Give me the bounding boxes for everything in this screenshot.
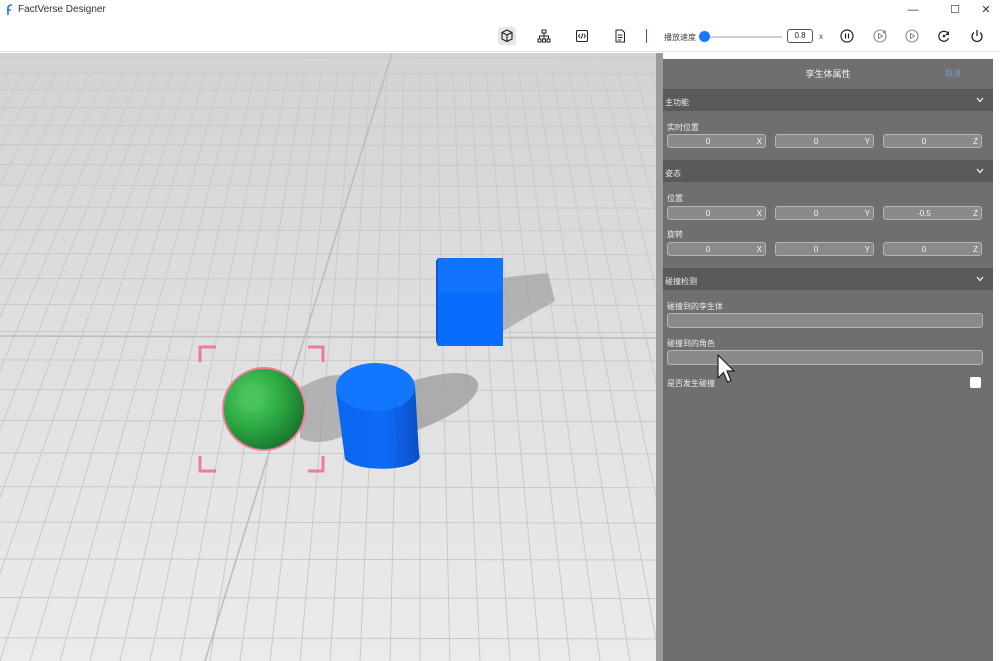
- chevron-down-icon: [976, 168, 984, 174]
- cube-icon[interactable]: [498, 27, 516, 45]
- section-main-function[interactable]: 主功能: [663, 89, 993, 111]
- section-collision-detection[interactable]: 碰撞检测: [663, 268, 993, 290]
- document-icon[interactable]: [611, 27, 629, 45]
- speed-slider-thumb[interactable]: [699, 31, 710, 42]
- position-x-field[interactable]: 0X: [667, 206, 766, 220]
- speed-label: 播放速度: [664, 33, 696, 42]
- collided-twin-field[interactable]: [667, 313, 983, 328]
- scene-canvas: [0, 53, 656, 661]
- rotation-label: 旋转: [667, 230, 683, 239]
- panel-cancel-button[interactable]: 取消: [945, 68, 961, 79]
- play-icon[interactable]: [903, 27, 921, 45]
- chevron-down-icon: [976, 97, 984, 103]
- speed-input[interactable]: 0.8: [787, 29, 813, 43]
- app-logo-icon: [7, 4, 13, 15]
- rotation-y-field[interactable]: 0Y: [775, 242, 874, 256]
- section-pose[interactable]: 姿态: [663, 160, 993, 182]
- section-label: 姿态: [665, 169, 681, 178]
- panel-title: 孪生体属性: [805, 69, 851, 79]
- position-y-field[interactable]: 0Y: [775, 206, 874, 220]
- window-title: FactVerse Designer: [18, 4, 106, 15]
- close-window-button[interactable]: ✕: [978, 2, 994, 18]
- rotation-x-field[interactable]: 0X: [667, 242, 766, 256]
- cylinder-object: [336, 363, 420, 469]
- section-label: 主功能: [665, 98, 689, 107]
- toolbar-separator: [646, 29, 647, 43]
- scene-viewport[interactable]: [0, 53, 656, 661]
- minimize-button[interactable]: —: [905, 2, 921, 18]
- rotation-z-field[interactable]: 0Z: [883, 242, 982, 256]
- collided-twin-label: 碰撞到的孪生体: [667, 302, 723, 311]
- reset-icon[interactable]: [935, 27, 953, 45]
- realtime-position-label: 实时位置: [667, 123, 699, 132]
- collision-happened-checkbox[interactable]: [970, 377, 981, 388]
- mouse-cursor-icon: [717, 354, 736, 383]
- realtime-x-field[interactable]: 0X: [667, 134, 766, 148]
- collision-happened-label: 是否发生碰撞: [667, 379, 715, 388]
- chevron-down-icon: [976, 276, 984, 282]
- maximize-button[interactable]: ☐: [947, 2, 963, 18]
- realtime-z-field[interactable]: 0Z: [883, 134, 982, 148]
- code-icon[interactable]: [573, 27, 591, 45]
- collided-role-label: 碰撞到的角色: [667, 339, 715, 348]
- position-label: 位置: [667, 194, 683, 203]
- section-label: 碰撞检测: [665, 277, 697, 286]
- play-step-icon[interactable]: [871, 27, 889, 45]
- panel-resize-handle[interactable]: [656, 53, 663, 661]
- twin-properties-panel: 孪生体属性 取消 主功能 实时位置 0X 0Y 0Z 姿态 位置 0X 0Y -…: [663, 59, 993, 661]
- toolbar: 播放速度 0.8 x: [0, 20, 1000, 52]
- cube-object: [436, 258, 503, 346]
- pause-icon[interactable]: [838, 27, 856, 45]
- speed-unit: x: [819, 32, 823, 41]
- power-icon[interactable]: [968, 27, 986, 45]
- realtime-y-field[interactable]: 0Y: [775, 134, 874, 148]
- title-bar: FactVerse Designer — ☐ ✕: [0, 0, 1000, 20]
- speed-slider-track[interactable]: [700, 36, 782, 38]
- position-z-field[interactable]: -0.5 Z: [883, 206, 982, 220]
- sphere-object: [222, 367, 306, 451]
- hierarchy-icon[interactable]: [535, 27, 553, 45]
- collided-role-field[interactable]: [667, 350, 983, 365]
